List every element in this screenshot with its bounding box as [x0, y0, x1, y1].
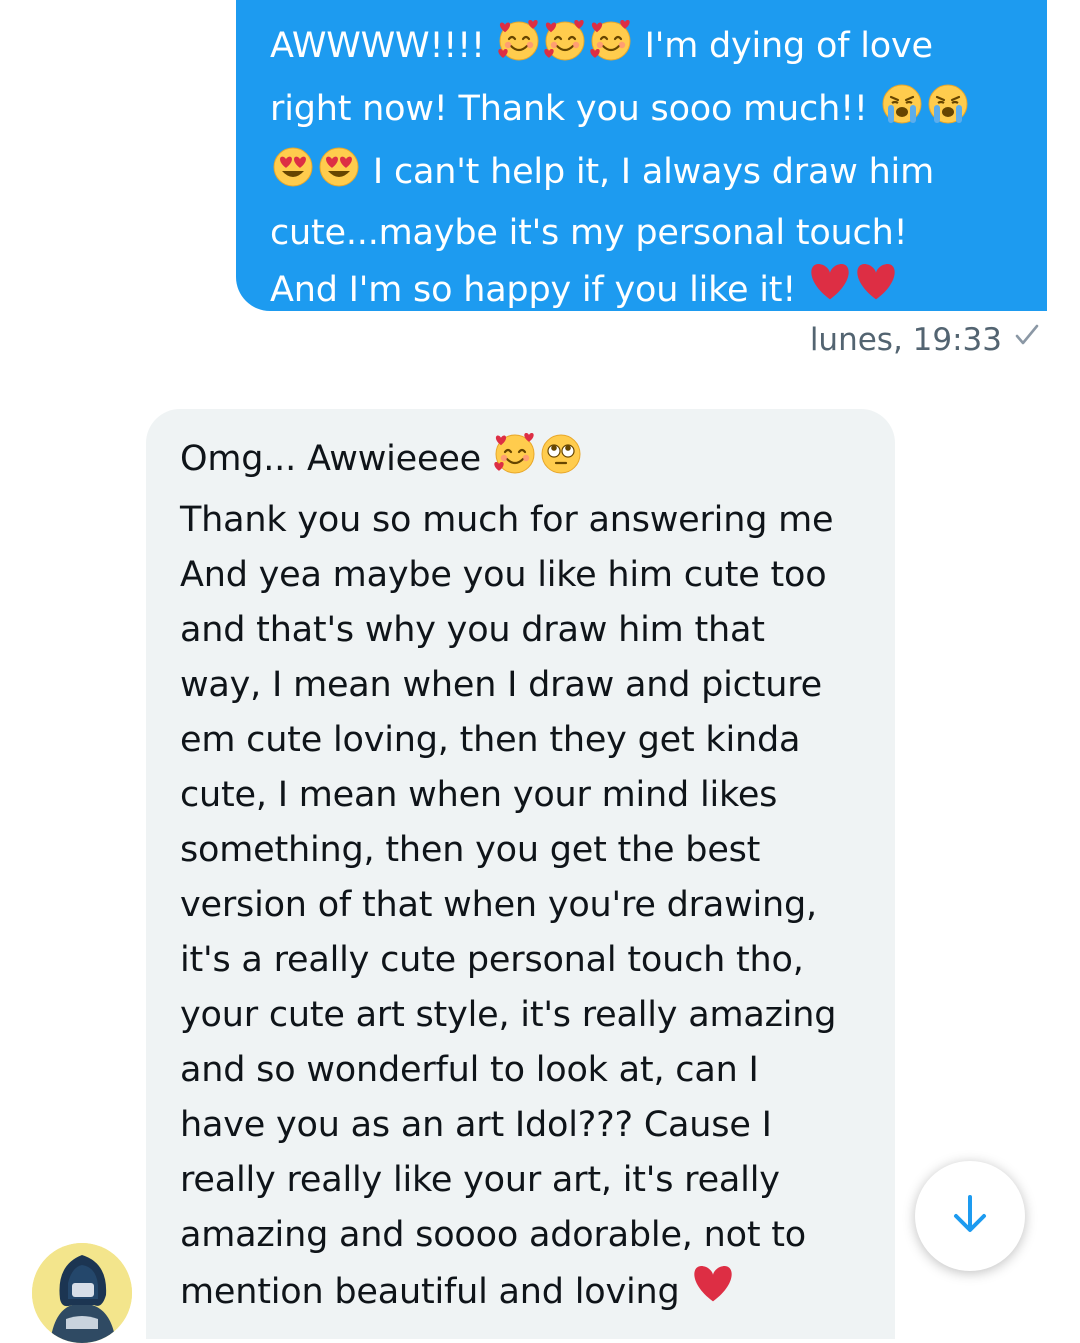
message-text: AWWWW!!!!	[270, 26, 496, 66]
message-text: Omg... Awwieeee	[180, 439, 492, 479]
message-line: and that's why you draw him that	[180, 603, 875, 658]
message-line: Omg... Awwieeee	[180, 430, 875, 493]
message-line: and so wonderful to look at, can I	[180, 1043, 875, 1098]
red-heart-icon	[690, 1263, 736, 1326]
message-text: cute, I mean when your mind likes	[180, 775, 778, 815]
message-text: something, then you get the best	[180, 830, 761, 870]
message-line: And yea maybe you like him cute too	[180, 548, 875, 603]
message-text: cute...maybe it's my personal touch!	[270, 213, 908, 253]
message-line: cute...maybe it's my personal touch!	[270, 206, 1027, 261]
message-text: Thank you so much for answering me	[180, 500, 834, 540]
red-heart-icon	[853, 261, 899, 324]
scroll-to-bottom-button[interactable]	[915, 1161, 1025, 1271]
message-text: mention beautiful and loving	[180, 1272, 691, 1312]
message-line: AWWWW!!!! I'm dying of love	[270, 17, 1027, 80]
message-text: em cute loving, then they get kinda	[180, 720, 801, 760]
message-text: your cute art style, it's really amazing	[180, 995, 837, 1035]
message-text: version of that when you're drawing,	[180, 885, 817, 925]
message-text: and so wonderful to look at, can I	[180, 1050, 759, 1090]
received-message-bubble[interactable]: Omg... Awwieeee Thank you so much for an…	[146, 409, 895, 1339]
message-line: it's a really cute personal touch tho,	[180, 933, 875, 988]
message-line: Thank you so much for answering me	[180, 493, 875, 548]
message-text: And yea maybe you like him cute too	[180, 555, 827, 595]
message-line: I can't help it, I always draw him	[270, 143, 1027, 206]
message-text: amazing and soooo adorable, not to	[180, 1215, 807, 1255]
message-line: your cute art style, it's really amazing	[180, 988, 875, 1043]
smiling-face-with-hearts-icon	[496, 17, 542, 80]
smiling-face-with-hearts-icon	[542, 17, 588, 80]
message-line: version of that when you're drawing,	[180, 878, 875, 933]
message-line: And I'm so happy if you like it!	[270, 261, 1027, 324]
loudly-crying-face-icon	[879, 80, 925, 143]
message-text: right now! Thank you sooo much!!	[270, 89, 879, 129]
smiling-face-with-hearts-icon	[492, 430, 538, 493]
message-text: way, I mean when I draw and picture	[180, 665, 822, 705]
message-text: really really like your art, it's really	[180, 1160, 780, 1200]
face-with-rolling-eyes-icon	[538, 430, 584, 493]
heart-eyes-icon	[270, 143, 316, 206]
message-text: I'm dying of love	[633, 26, 933, 66]
message-line: really really like your art, it's really	[180, 1153, 875, 1208]
message-line: right now! Thank you sooo much!!	[270, 80, 1027, 143]
sent-message-bubble[interactable]: AWWWW!!!! I'm dying of love right now! Th…	[236, 0, 1047, 311]
message-text: have you as an art Idol??? Cause I	[180, 1105, 772, 1145]
message-text: I can't help it, I always draw him	[362, 152, 934, 192]
message-line: mention beautiful and loving	[180, 1263, 875, 1326]
user-avatar[interactable]	[32, 1243, 132, 1343]
message-text: and that's why you draw him that	[180, 610, 765, 650]
message-timestamp: lunes, 19:33	[809, 322, 1002, 358]
message-meta: lunes, 19:33	[810, 318, 1042, 362]
sent-check-icon	[1012, 318, 1042, 362]
message-line: cute, I mean when your mind likes	[180, 768, 875, 823]
message-line: amazing and soooo adorable, not to	[180, 1208, 875, 1263]
message-text: it's a really cute personal touch tho,	[180, 940, 804, 980]
message-line: em cute loving, then they get kinda	[180, 713, 875, 768]
arrow-down-icon	[947, 1191, 993, 1241]
heart-eyes-icon	[316, 143, 362, 206]
red-heart-icon	[807, 261, 853, 324]
loudly-crying-face-icon	[925, 80, 971, 143]
message-line: way, I mean when I draw and picture	[180, 658, 875, 713]
smiling-face-with-hearts-icon	[588, 17, 634, 80]
message-line: have you as an art Idol??? Cause I	[180, 1098, 875, 1153]
message-text: And I'm so happy if you like it!	[270, 270, 808, 310]
message-line: something, then you get the best	[180, 823, 875, 878]
